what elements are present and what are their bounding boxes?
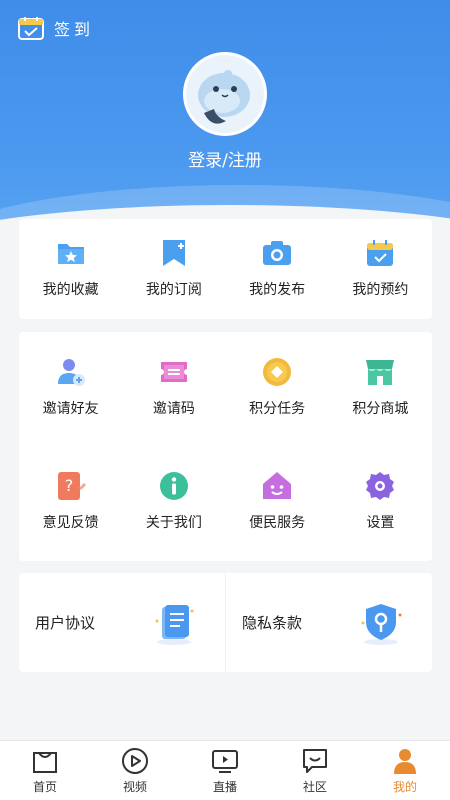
services-card: 邀请好友 邀请码 积分任务 积分商城 ? 意见反馈 关于我们 便民服务 设置	[19, 332, 432, 561]
play-icon	[122, 748, 148, 774]
checkin-label: 签到	[54, 20, 95, 39]
service-settings[interactable]: 设置	[329, 446, 432, 560]
menu-my-subscriptions[interactable]: 我的订阅	[122, 219, 225, 319]
checkin-button[interactable]: 签到	[18, 16, 94, 40]
nav-mine[interactable]: 我的	[360, 741, 450, 800]
service-invite-friends[interactable]: 邀请好友	[19, 332, 122, 446]
service-invite-code[interactable]: 邀请码	[122, 332, 225, 446]
privacy-policy-label: 隐私条款	[242, 614, 303, 632]
nav-label: 我的	[392, 780, 417, 794]
nav-home[interactable]: 首页	[0, 741, 90, 800]
chat-icon	[303, 749, 327, 773]
user-agreement-label: 用户协议	[35, 614, 96, 632]
service-points-tasks[interactable]: 积分任务	[226, 332, 329, 446]
nav-label: 首页	[32, 780, 57, 794]
service-convenience[interactable]: 便民服务	[226, 446, 329, 560]
service-label: 关于我们	[145, 515, 202, 531]
home-icon	[33, 752, 57, 773]
service-label: 邀请码	[152, 401, 195, 417]
nav-label: 直播	[212, 780, 237, 794]
service-label: 积分商城	[352, 401, 409, 417]
menu-my-reservations[interactable]: 我的预约	[329, 219, 432, 319]
avatar[interactable]	[183, 52, 267, 136]
bottom-nav: 首页 视频 直播 社区 我的	[0, 740, 450, 800]
service-label: 设置	[366, 515, 395, 531]
bookmark-plus-icon	[162, 240, 185, 266]
gear-icon	[366, 472, 395, 500]
dolphin-avatar-icon	[186, 55, 264, 133]
service-label: 意见反馈	[42, 515, 99, 531]
agreements-card: 用户协议 隐私条款	[19, 573, 432, 672]
nav-community[interactable]: 社区	[270, 741, 360, 800]
nav-label: 视频	[122, 780, 147, 794]
add-user-icon	[57, 359, 85, 386]
service-label: 便民服务	[249, 515, 306, 531]
quick-menu-card: 我的收藏 我的订阅 我的发布 我的预约	[19, 219, 432, 319]
nav-video[interactable]: 视频	[90, 741, 180, 800]
menu-label: 我的预约	[352, 282, 409, 298]
tv-icon	[212, 750, 238, 773]
user-agreement-link[interactable]: 用户协议	[19, 573, 225, 672]
privacy-policy-link[interactable]: 隐私条款	[225, 573, 432, 672]
camera-icon	[263, 241, 292, 265]
menu-label: 我的订阅	[145, 282, 202, 298]
document-icon	[155, 605, 194, 645]
service-label: 邀请好友	[42, 401, 99, 417]
home-smile-icon	[263, 472, 292, 499]
nav-live[interactable]: 直播	[180, 741, 270, 800]
coin-icon	[263, 358, 292, 386]
menu-my-favorites[interactable]: 我的收藏	[19, 219, 122, 319]
calendar-check-icon	[367, 240, 394, 266]
service-about-us[interactable]: 关于我们	[122, 446, 225, 560]
svg-text:?: ?	[64, 476, 73, 495]
store-icon	[366, 360, 395, 385]
service-label: 积分任务	[249, 401, 306, 417]
ticket-icon	[160, 362, 187, 382]
service-feedback[interactable]: ? 意见反馈	[19, 446, 122, 560]
service-points-mall[interactable]: 积分商城	[329, 332, 432, 446]
menu-my-posts[interactable]: 我的发布	[226, 219, 329, 319]
shield-icon	[361, 604, 402, 645]
nav-label: 社区	[302, 780, 327, 794]
profile-header: 签到 登录/注册	[0, 0, 450, 250]
feedback-icon: ?	[57, 472, 86, 500]
person-icon	[394, 749, 416, 774]
calendar-checkin-icon	[18, 17, 44, 40]
folder-star-icon	[57, 244, 84, 264]
info-icon	[159, 472, 188, 500]
menu-label: 我的收藏	[42, 282, 99, 298]
login-register-link[interactable]: 登录/注册	[0, 146, 450, 171]
menu-label: 我的发布	[249, 282, 306, 298]
